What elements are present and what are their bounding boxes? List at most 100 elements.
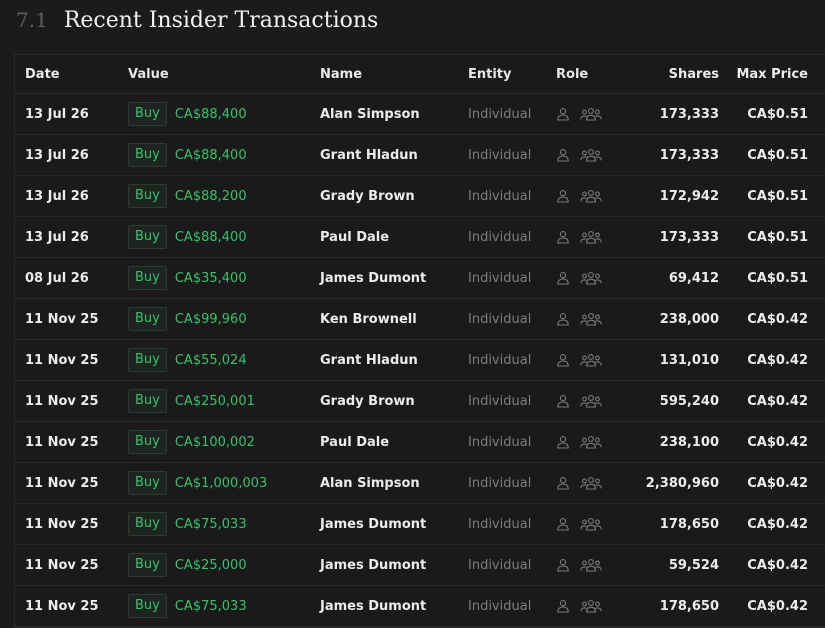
table-row[interactable]: 13 Jul 26 Buy CA$88,200 Grady Brown Indi… [15, 176, 825, 217]
person-icon[interactable] [556, 107, 570, 121]
transaction-date: 11 Nov 25 [25, 352, 99, 368]
role-icons [556, 422, 602, 462]
column-header-shares[interactable]: Shares [669, 55, 719, 93]
insider-name[interactable]: James Dumont [320, 258, 426, 298]
insider-name[interactable]: Ken Brownell [320, 299, 417, 339]
people-group-icon[interactable] [580, 517, 602, 531]
people-group-icon[interactable] [580, 599, 602, 613]
column-header-name[interactable]: Name [320, 55, 362, 93]
shares-count: 173,333 [659, 147, 719, 163]
people-group-icon[interactable] [580, 107, 602, 121]
table-row[interactable]: 11 Nov 25 Buy CA$75,033 James Dumont Ind… [15, 504, 825, 545]
entity-type: Individual [468, 434, 532, 450]
person-icon[interactable] [556, 230, 570, 244]
insider-name[interactable]: Paul Dale [320, 217, 389, 257]
shares-count: 69,412 [668, 270, 719, 286]
people-group-icon[interactable] [580, 189, 602, 203]
insider-name[interactable]: Grady Brown [320, 176, 415, 216]
people-group-icon[interactable] [580, 558, 602, 572]
buy-badge: Buy [128, 184, 167, 208]
role-icons [556, 381, 602, 421]
insider-name[interactable]: James Dumont [320, 504, 426, 544]
role-icons [556, 135, 602, 175]
table-row[interactable]: 11 Nov 25 Buy CA$25,000 James Dumont Ind… [15, 545, 825, 586]
entity-type: Individual [468, 311, 532, 327]
people-group-icon[interactable] [580, 476, 602, 490]
max-price: CA$0.42 [747, 598, 808, 614]
table-row[interactable]: 13 Jul 26 Buy CA$88,400 Grant Hladun Ind… [15, 135, 825, 176]
person-icon[interactable] [556, 353, 570, 367]
insider-name[interactable]: Grant Hladun [320, 135, 418, 175]
table-row[interactable]: 11 Nov 25 Buy CA$75,033 James Dumont Ind… [15, 586, 825, 627]
buy-badge: Buy [128, 594, 167, 618]
shares-count: 178,650 [659, 598, 719, 614]
max-price: CA$0.51 [747, 229, 808, 245]
person-icon[interactable] [556, 394, 570, 408]
buy-badge: Buy [128, 266, 167, 290]
transaction-date: 11 Nov 25 [25, 434, 99, 450]
person-icon[interactable] [556, 558, 570, 572]
people-group-icon[interactable] [580, 312, 602, 326]
table-row[interactable]: 11 Nov 25 Buy CA$99,960 Ken Brownell Ind… [15, 299, 825, 340]
table-row[interactable]: 11 Nov 25 Buy CA$250,001 Grady Brown Ind… [15, 381, 825, 422]
role-icons [556, 463, 602, 503]
insider-name[interactable]: James Dumont [320, 545, 426, 585]
person-icon[interactable] [556, 189, 570, 203]
insider-name[interactable]: Alan Simpson [320, 463, 420, 503]
transaction-value: CA$1,000,003 [174, 475, 268, 491]
table-body: 13 Jul 26 Buy CA$88,400 Alan Simpson Ind… [15, 94, 825, 627]
person-icon[interactable] [556, 599, 570, 613]
insider-name[interactable]: Grant Hladun [320, 340, 418, 380]
insider-name[interactable]: Paul Dale [320, 422, 389, 462]
role-icons [556, 176, 602, 216]
transaction-date: 11 Nov 25 [25, 475, 99, 491]
person-icon[interactable] [556, 435, 570, 449]
people-group-icon[interactable] [580, 435, 602, 449]
people-group-icon[interactable] [580, 148, 602, 162]
entity-type: Individual [468, 475, 532, 491]
transaction-date: 11 Nov 25 [25, 516, 99, 532]
person-icon[interactable] [556, 148, 570, 162]
people-group-icon[interactable] [580, 271, 602, 285]
role-icons [556, 340, 602, 380]
column-header-role[interactable]: Role [556, 55, 588, 93]
entity-type: Individual [468, 352, 532, 368]
column-header-value[interactable]: Value [128, 55, 169, 93]
table-row[interactable]: 13 Jul 26 Buy CA$88,400 Alan Simpson Ind… [15, 94, 825, 135]
entity-type: Individual [468, 393, 532, 409]
buy-badge: Buy [128, 471, 167, 495]
table-row[interactable]: 11 Nov 25 Buy CA$55,024 Grant Hladun Ind… [15, 340, 825, 381]
transaction-value: CA$75,033 [174, 598, 247, 614]
buy-badge: Buy [128, 102, 167, 126]
insider-name[interactable]: James Dumont [320, 586, 426, 626]
transaction-value-cell: Buy CA$88,400 [128, 94, 247, 134]
column-header-max-price[interactable]: Max Price [736, 55, 808, 93]
column-header-date[interactable]: Date [25, 55, 60, 93]
table-row[interactable]: 11 Nov 25 Buy CA$100,002 Paul Dale Indiv… [15, 422, 825, 463]
role-icons [556, 504, 602, 544]
people-group-icon[interactable] [580, 230, 602, 244]
table-row[interactable]: 13 Jul 26 Buy CA$88,400 Paul Dale Indivi… [15, 217, 825, 258]
insider-name[interactable]: Alan Simpson [320, 94, 420, 134]
table-row[interactable]: 08 Jul 26 Buy CA$35,400 James Dumont Ind… [15, 258, 825, 299]
column-header-entity[interactable]: Entity [468, 55, 512, 93]
shares-count: 238,000 [659, 311, 719, 327]
entity-type: Individual [468, 270, 532, 286]
insider-name[interactable]: Grady Brown [320, 381, 415, 421]
shares-count: 173,333 [659, 229, 719, 245]
transaction-date: 13 Jul 26 [25, 147, 89, 163]
max-price: CA$0.42 [747, 475, 808, 491]
person-icon[interactable] [556, 476, 570, 490]
transaction-value-cell: Buy CA$55,024 [128, 340, 247, 380]
shares-count: 172,942 [659, 188, 719, 204]
shares-count: 59,524 [668, 557, 719, 573]
transaction-value: CA$25,000 [174, 557, 247, 573]
table-row[interactable]: 11 Nov 25 Buy CA$1,000,003 Alan Simpson … [15, 463, 825, 504]
people-group-icon[interactable] [580, 394, 602, 408]
person-icon[interactable] [556, 271, 570, 285]
person-icon[interactable] [556, 517, 570, 531]
max-price: CA$0.42 [747, 393, 808, 409]
people-group-icon[interactable] [580, 353, 602, 367]
buy-badge: Buy [128, 430, 167, 454]
person-icon[interactable] [556, 312, 570, 326]
